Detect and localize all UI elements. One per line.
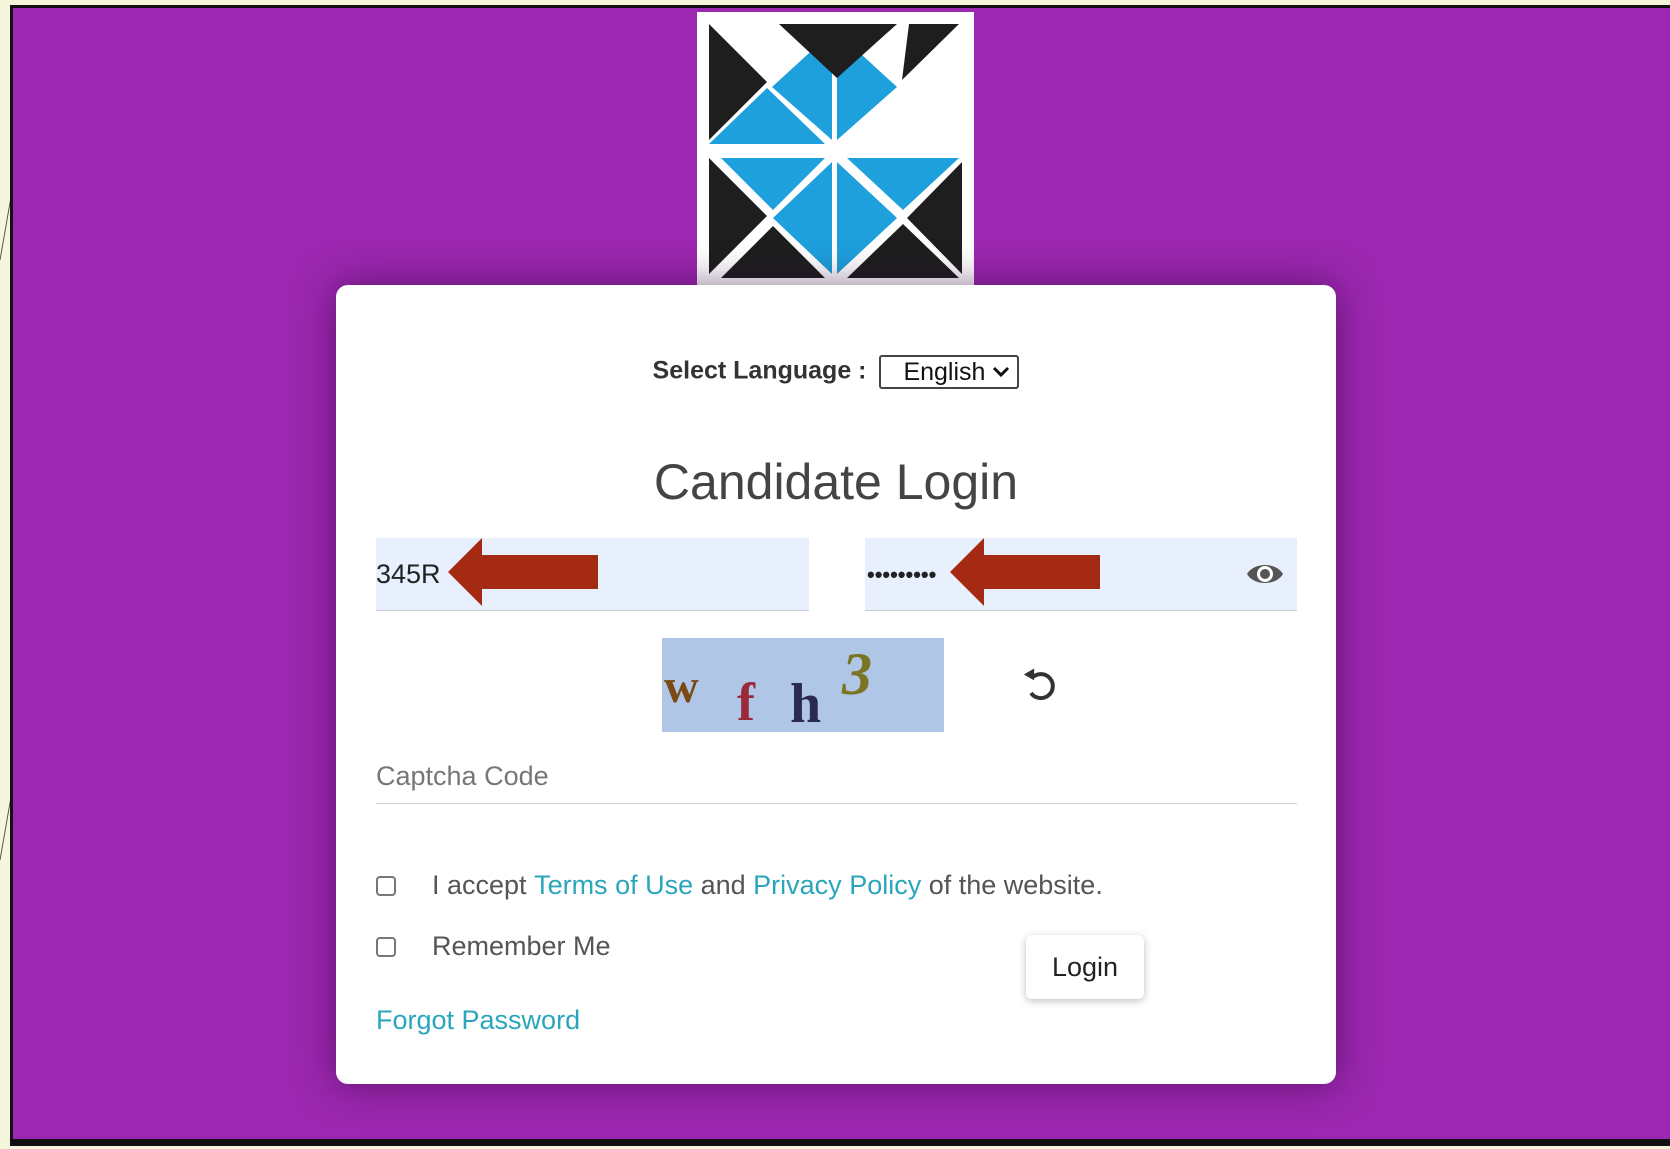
login-card: Select Language : English Candidate Logi… — [336, 285, 1336, 1084]
svg-text:w: w — [664, 660, 699, 713]
language-select[interactable]: English — [879, 355, 1020, 389]
forgot-password-link[interactable]: Forgot Password — [376, 1005, 580, 1036]
svg-text:f: f — [737, 672, 756, 732]
userid-value: 345R — [376, 559, 441, 589]
svg-text:h: h — [790, 673, 821, 732]
language-selected-value: English — [903, 357, 986, 386]
captcha-image: w f h 3 — [662, 638, 944, 732]
triangles-logo-icon — [697, 12, 974, 286]
page-title: Candidate Login — [653, 454, 1019, 510]
terms-suffix: of the website. — [921, 870, 1103, 900]
svg-text:3: 3 — [841, 641, 872, 707]
remember-label: Remember Me — [432, 931, 611, 961]
language-label: Select Language : — [652, 356, 867, 385]
refresh-icon[interactable] — [1021, 665, 1063, 707]
terms-middle: and — [693, 870, 754, 900]
annotation-arrow-userid — [448, 538, 598, 606]
annotation-arrow-password — [950, 538, 1100, 606]
captcha-glyphs: w f h 3 — [664, 641, 872, 732]
remember-row: Remember Me — [376, 931, 611, 962]
terms-prefix: I accept — [432, 870, 535, 900]
terms-checkbox[interactable] — [376, 875, 396, 896]
chevron-down-icon — [993, 366, 1010, 378]
captcha-input[interactable]: Captcha Code — [376, 758, 1297, 804]
frame-bottom-border — [10, 1142, 1670, 1146]
captcha-placeholder: Captcha Code — [376, 761, 549, 791]
terms-of-use-link[interactable]: Terms of Use — [534, 870, 693, 901]
eye-icon[interactable] — [1245, 559, 1285, 589]
language-selector-row: Select Language : English — [336, 355, 1336, 389]
login-button[interactable]: Login — [1026, 935, 1144, 999]
site-logo — [697, 12, 974, 286]
privacy-policy-link[interactable]: Privacy Policy — [753, 870, 921, 901]
terms-row: I accept Terms of Use and Privacy Policy… — [376, 870, 1103, 901]
password-value: ••••••••• — [867, 562, 937, 587]
remember-checkbox[interactable] — [376, 936, 396, 957]
